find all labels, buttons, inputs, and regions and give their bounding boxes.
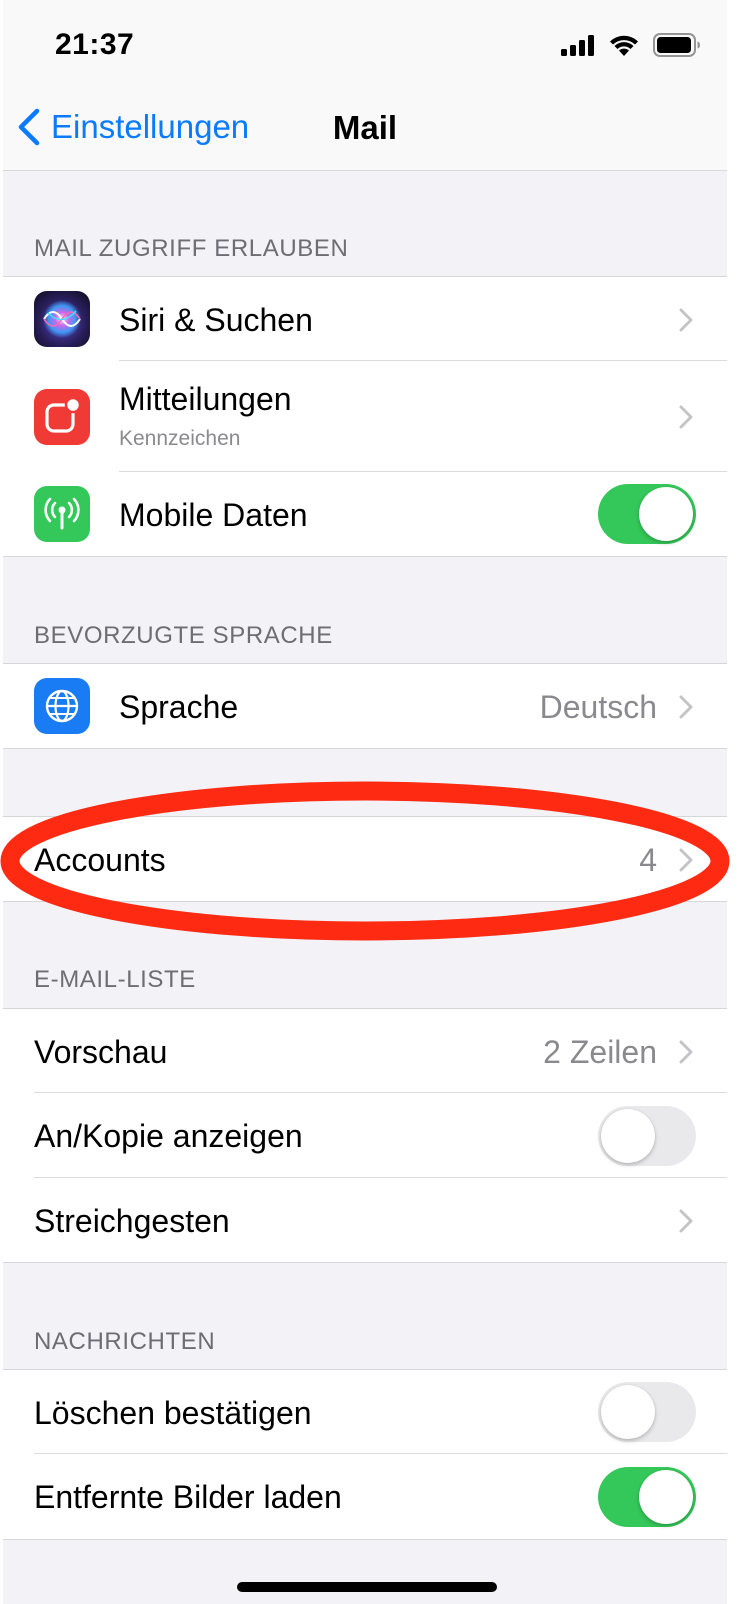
preview-label: Vorschau: [34, 1034, 168, 1070]
wifi-icon: [610, 35, 638, 56]
row-language[interactable]: Sprache Deutsch: [3, 664, 727, 748]
home-indicator: [237, 1582, 497, 1592]
antenna-icon: [34, 486, 90, 542]
language-group: Sprache Deutsch: [3, 663, 727, 749]
toggle-knob: [639, 487, 693, 541]
row-preview[interactable]: Vorschau 2 Zeilen: [3, 1009, 727, 1093]
siri-icon: [34, 291, 90, 347]
chevron-right-icon: [679, 848, 693, 872]
preview-value: 2 Zeilen: [543, 1034, 657, 1070]
back-button[interactable]: Einstellungen: [17, 102, 249, 152]
mail-settings-screen: 21:37 Mail Einstellungen MAIL ZUGRIFF ER…: [3, 0, 727, 1604]
globe-icon: [34, 678, 90, 734]
row-show-to-cc: An/Kopie anzeigen: [3, 1093, 727, 1178]
back-button-label: Einstellungen: [51, 108, 250, 145]
show-to-cc-toggle[interactable]: [598, 1106, 696, 1166]
row-confirm-delete: Löschen bestätigen: [3, 1370, 727, 1454]
chevron-right-icon: [679, 695, 693, 719]
section-header-messages: NACHRICHTEN: [34, 1328, 216, 1355]
chevron-right-icon: [679, 1209, 693, 1233]
row-siri-search[interactable]: Siri & Suchen: [3, 277, 727, 361]
accounts-count: 4: [639, 842, 657, 878]
section-header-access: MAIL ZUGRIFF ERLAUBEN: [34, 235, 349, 262]
notifications-icon: [34, 389, 90, 445]
row-notifications[interactable]: Mitteilungen Kennzeichen: [3, 361, 727, 472]
siri-search-label: Siri & Suchen: [119, 302, 313, 338]
row-swipe-options[interactable]: Streichgesten: [3, 1178, 727, 1262]
confirm-delete-label: Löschen bestätigen: [34, 1395, 312, 1431]
swipe-options-label: Streichgesten: [34, 1203, 230, 1239]
row-mobile-data: Mobile Daten: [3, 472, 727, 556]
accounts-group: Accounts 4: [3, 816, 727, 902]
chevron-right-icon: [679, 308, 693, 332]
show-to-cc-label: An/Kopie anzeigen: [34, 1118, 303, 1154]
toggle-knob: [601, 1109, 655, 1163]
status-icons: [561, 32, 701, 58]
access-group: Siri & Suchen Mitteilungen Kennzeichen M…: [3, 276, 727, 557]
mail-list-group: Vorschau 2 Zeilen An/Kopie anzeigen Stre…: [3, 1008, 727, 1263]
battery-icon: [653, 33, 700, 57]
row-load-remote-images: Entfernte Bilder laden: [3, 1454, 727, 1539]
language-label: Sprache: [119, 689, 239, 725]
messages-group: Löschen bestätigen Entfernte Bilder lade…: [3, 1369, 727, 1540]
toggle-knob: [601, 1385, 655, 1439]
chevron-right-icon: [679, 405, 693, 429]
load-remote-images-label: Entfernte Bilder laden: [34, 1479, 342, 1515]
load-remote-images-toggle[interactable]: [598, 1467, 696, 1527]
chevron-right-icon: [679, 1040, 693, 1064]
section-header-mail-list: E-MAIL-LISTE: [34, 966, 196, 993]
notifications-label: Mitteilungen: [119, 381, 292, 417]
status-time: 21:37: [55, 28, 135, 61]
mobile-data-toggle[interactable]: [598, 484, 696, 544]
toggle-knob: [639, 1470, 693, 1524]
status-bar: 21:37: [3, 0, 727, 90]
confirm-delete-toggle[interactable]: [598, 1382, 696, 1442]
notifications-sublabel: Kennzeichen: [119, 427, 241, 450]
mobile-data-label: Mobile Daten: [119, 497, 308, 533]
chevron-left-icon: [18, 108, 40, 146]
row-accounts[interactable]: Accounts 4: [3, 817, 727, 901]
language-value: Deutsch: [539, 689, 657, 725]
cellular-signal-icon: [561, 35, 594, 56]
navigation-bar: Mail Einstellungen: [3, 90, 727, 171]
accounts-label: Accounts: [34, 842, 166, 878]
section-header-language: BEVORZUGTE SPRACHE: [34, 622, 333, 649]
